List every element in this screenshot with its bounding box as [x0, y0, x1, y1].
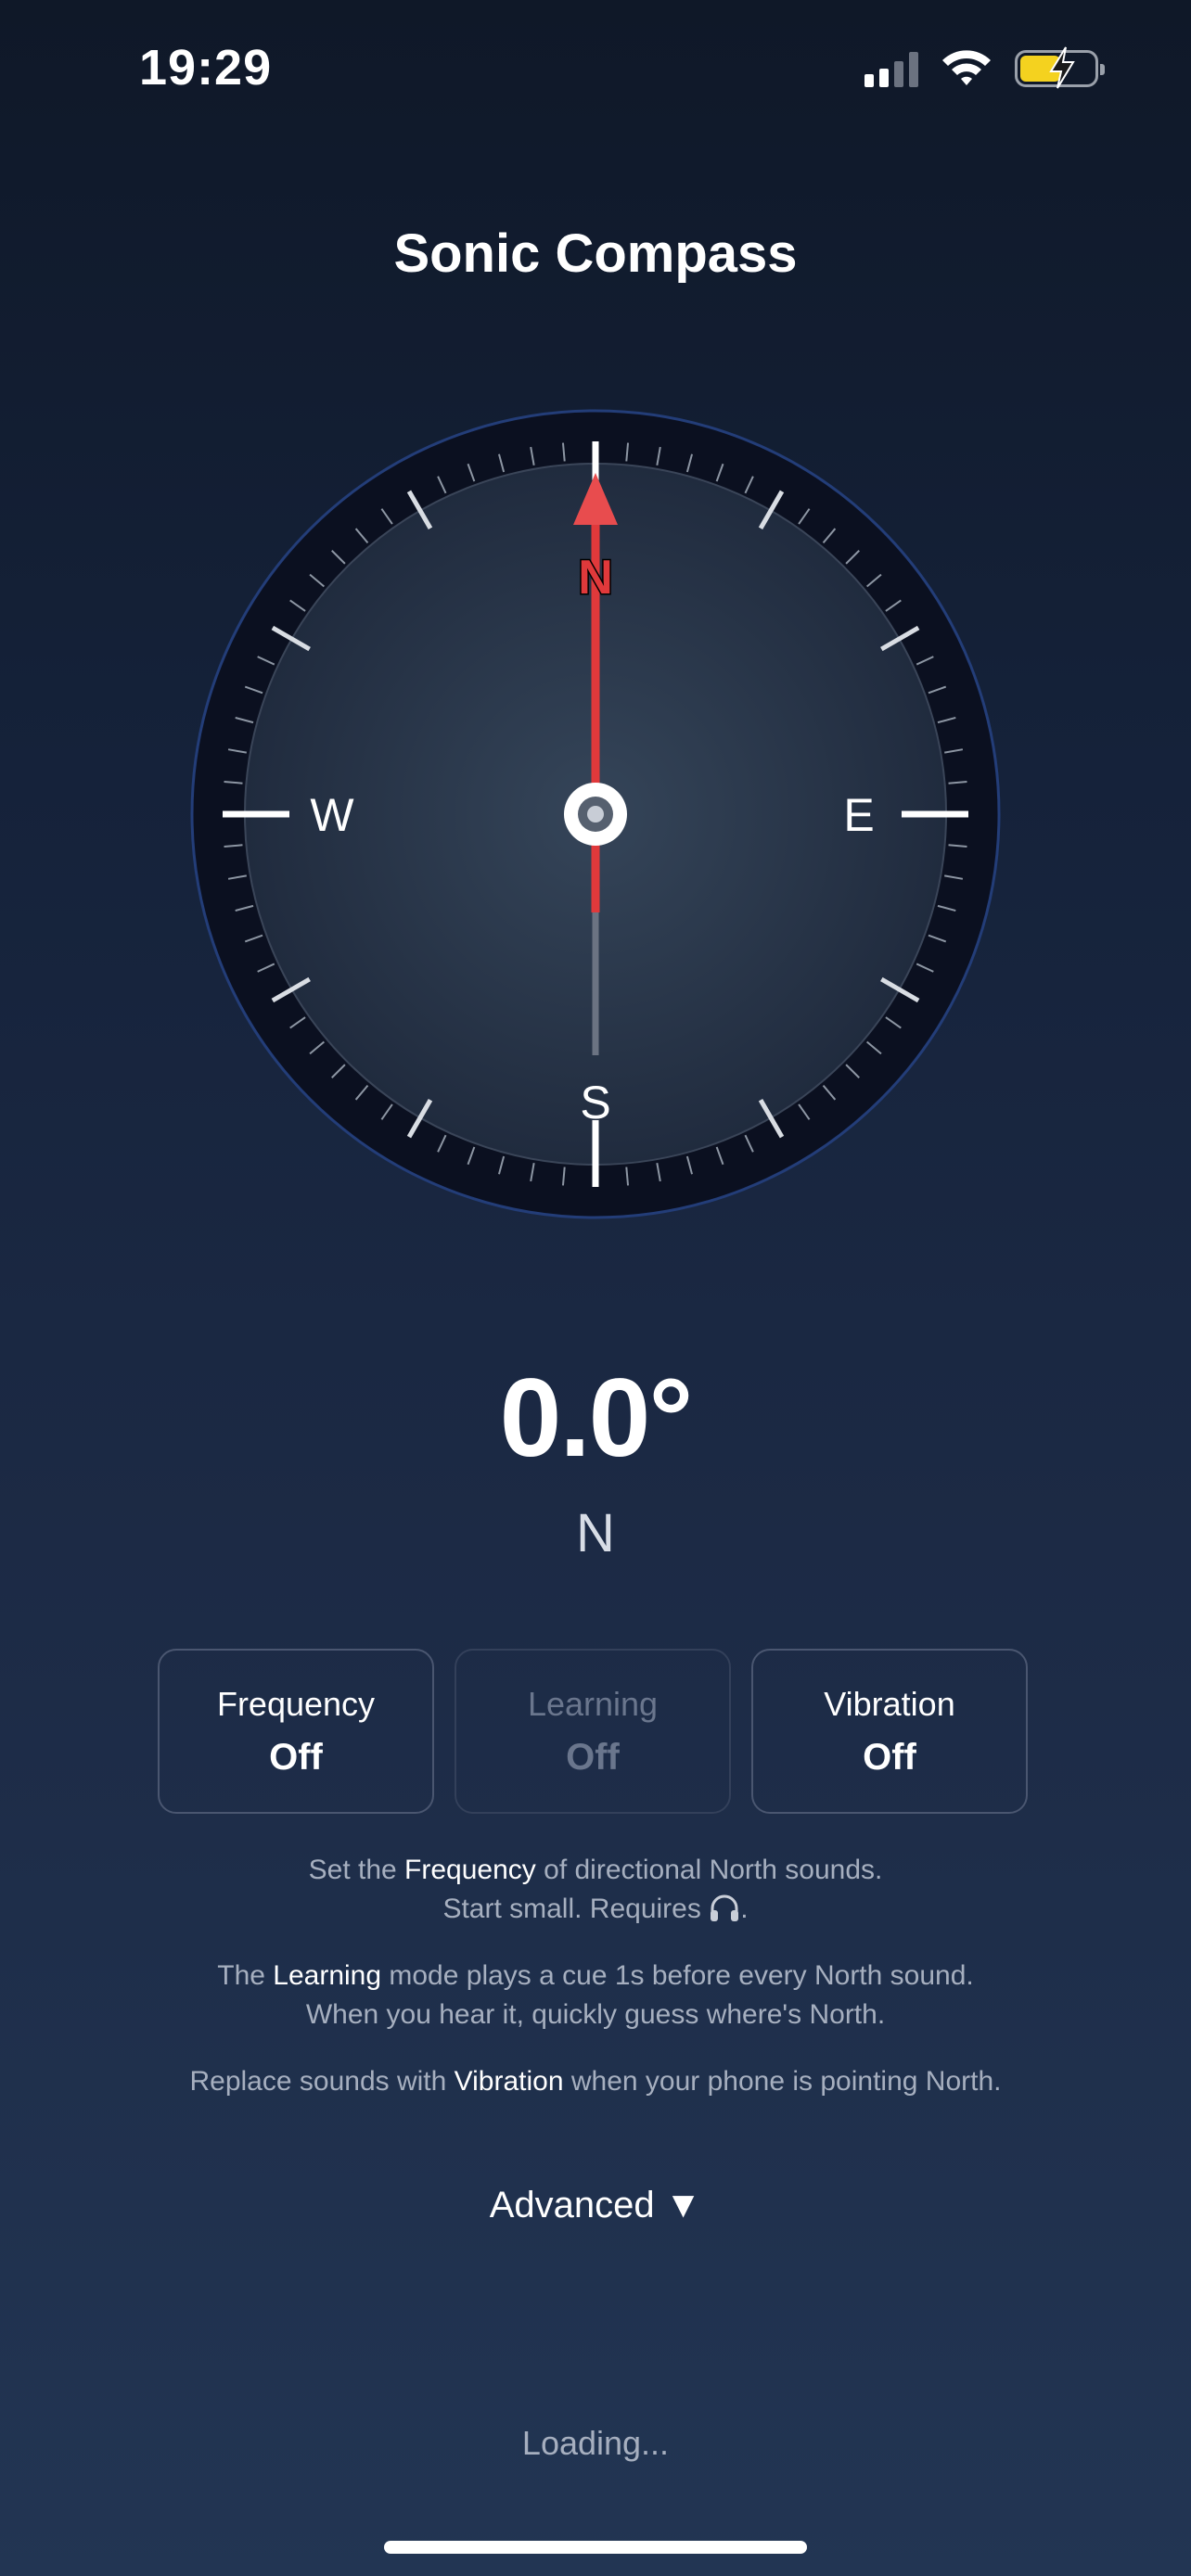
charging-bolt-icon: [1049, 46, 1075, 89]
loading-status: Loading...: [521, 2424, 670, 2462]
pivot-dot: [587, 806, 604, 823]
frequency-toggle[interactable]: Frequency Off: [158, 1649, 434, 1814]
status-time: 19:29: [139, 40, 273, 96]
cardinal-south: S: [580, 1077, 610, 1129]
battery-icon: [1015, 46, 1105, 89]
learning-toggle[interactable]: Learning Off: [455, 1649, 731, 1814]
heading-degrees: 0.0°: [499, 1356, 694, 1480]
status-icons: [864, 46, 1105, 89]
help-text: Set the Frequency of directional North s…: [0, 1851, 1191, 2129]
cellular-signal-icon: [864, 50, 918, 87]
frequency-state: Off: [269, 1736, 323, 1778]
cardinal-east: E: [843, 789, 874, 841]
status-bar: 19:29: [0, 0, 1191, 139]
compass-dial: W E S N: [190, 409, 1001, 1219]
frequency-label: Frequency: [216, 1684, 376, 1723]
headphones-icon: [711, 1894, 739, 1921]
learning-label: Learning: [527, 1684, 659, 1723]
vibration-label: Vibration: [824, 1684, 955, 1723]
advanced-toggle-button[interactable]: Advanced ▼: [0, 2185, 1191, 2226]
mode-toggles: Frequency Off Learning Off Vibration Off: [158, 1649, 1030, 1814]
wifi-icon: [942, 50, 991, 85]
learning-help: The Learning mode plays a cue 1s before …: [217, 1960, 974, 2030]
frequency-help: Set the Frequency of directional North s…: [308, 1855, 883, 1924]
cardinal-west: W: [310, 789, 354, 841]
heading-direction: N: [576, 1503, 615, 1563]
home-indicator[interactable]: [384, 2541, 807, 2554]
vibration-toggle[interactable]: Vibration Off: [751, 1649, 1028, 1814]
vibration-help: Replace sounds with Vibration when your …: [189, 2066, 1002, 2097]
cardinal-north: N: [578, 551, 613, 605]
vibration-state: Off: [863, 1736, 916, 1778]
app-title: Sonic Compass: [393, 223, 798, 284]
learning-state: Off: [566, 1736, 620, 1778]
